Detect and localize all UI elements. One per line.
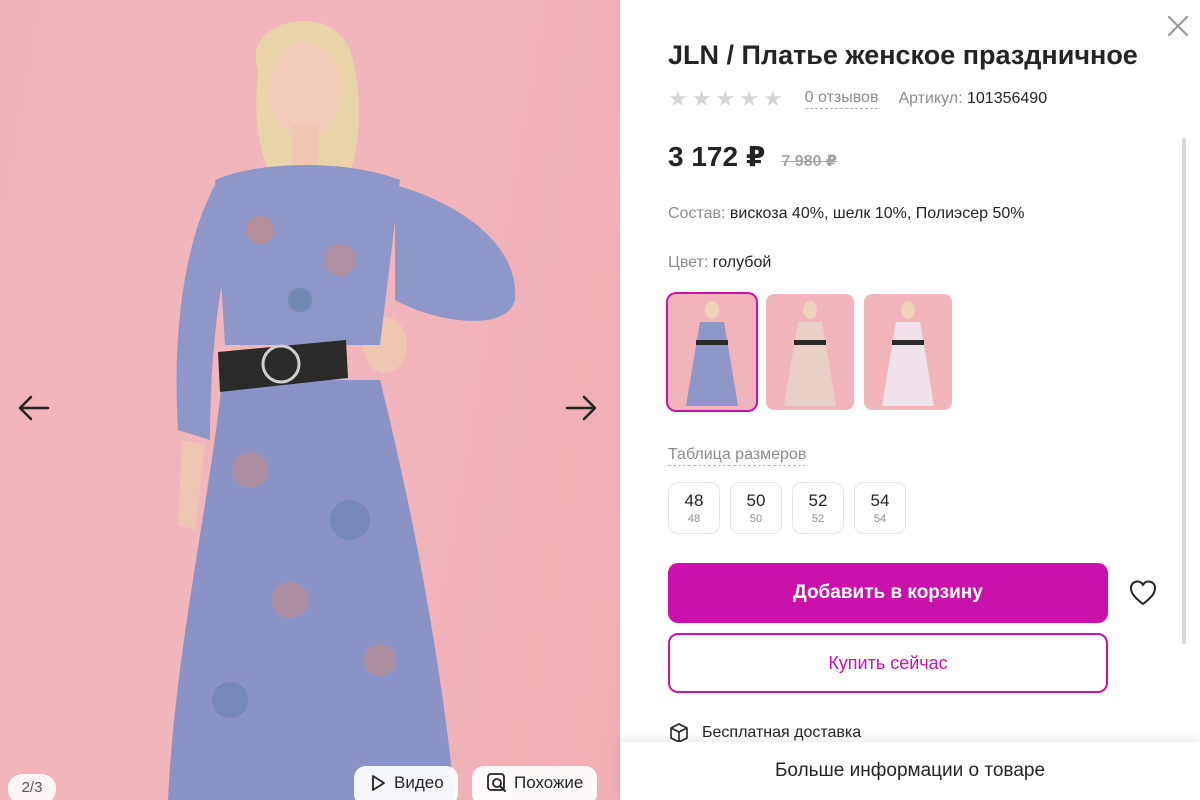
- product-gallery[interactable]: 2/3 Видео Похожие: [0, 0, 620, 800]
- play-icon: [372, 775, 385, 791]
- size-option-48[interactable]: 48 48: [668, 482, 720, 534]
- composition-value: вискоза 40%, шелк 10%, Полиэсер 50%: [729, 205, 1025, 222]
- star-icon: ★: [762, 86, 783, 111]
- swatch-thumbnail: [784, 301, 836, 406]
- current-price: 3 172 ₽: [668, 141, 766, 172]
- size-option-54[interactable]: 54 54: [854, 482, 906, 534]
- delivery-label: Бесплатная доставка: [702, 724, 862, 741]
- star-icon: ★: [715, 86, 736, 111]
- article-label: Артикул:: [898, 90, 963, 107]
- star-icon: ★: [668, 86, 688, 111]
- heart-icon[interactable]: [1128, 578, 1158, 608]
- old-price: 7 980 ₽: [781, 153, 837, 170]
- article-value: 101356490: [967, 90, 1048, 107]
- size-main: 48: [684, 491, 704, 510]
- price-row: 3 172 ₽ 7 980 ₽: [668, 140, 837, 173]
- composition-label: Состав:: [668, 205, 726, 222]
- similar-button[interactable]: Похожие: [472, 766, 598, 800]
- article-number: Артикул: 101356490: [898, 90, 1047, 108]
- more-info-button[interactable]: Больше информации о товаре: [620, 742, 1200, 800]
- box-icon: [670, 723, 688, 743]
- size-main: 50: [746, 491, 766, 510]
- size-option-52[interactable]: 52 52: [792, 482, 844, 534]
- prev-image-button[interactable]: [14, 388, 54, 428]
- video-button-label: Видео: [394, 773, 444, 792]
- composition: Состав: вискоза 40%, шелк 10%, Полиэсер …: [668, 205, 1024, 223]
- color-info: Цвет: голубой: [668, 254, 771, 272]
- delivery-info: Бесплатная доставка: [668, 722, 861, 744]
- size-sub: 48: [687, 513, 701, 525]
- rating-stars: ★ ★ ★ ★ ★: [668, 88, 783, 110]
- size-sub: 54: [873, 513, 887, 525]
- add-to-cart-button[interactable]: Добавить в корзину: [668, 563, 1108, 623]
- product-quick-view: 2/3 Видео Похожие JLN / Платье женское п…: [0, 0, 1200, 800]
- swatch-thumbnail: [882, 301, 934, 406]
- product-details: JLN / Платье женское праздничное ★ ★ ★ ★…: [620, 0, 1200, 800]
- product-title[interactable]: JLN / Платье женское праздничное: [668, 40, 1148, 71]
- size-table-link[interactable]: Таблица размеров: [668, 446, 807, 466]
- color-value: голубой: [712, 254, 772, 271]
- size-option-50[interactable]: 50 50: [730, 482, 782, 534]
- size-main: 52: [808, 491, 828, 510]
- size-sub: 52: [811, 513, 825, 525]
- arrow-right-icon: [565, 395, 597, 421]
- size-main: 54: [870, 491, 890, 510]
- color-swatch-2[interactable]: [766, 294, 854, 410]
- star-icon: ★: [691, 86, 712, 111]
- color-swatch-1[interactable]: [668, 294, 756, 410]
- size-sub: 50: [749, 513, 763, 525]
- buy-now-button[interactable]: Купить сейчас: [668, 633, 1108, 693]
- close-icon[interactable]: [1166, 14, 1190, 38]
- rating-row: ★ ★ ★ ★ ★ 0 отзывов Артикул: 101356490: [668, 88, 1047, 110]
- product-photo: [168, 21, 516, 800]
- star-icon: ★: [739, 86, 759, 111]
- next-image-button[interactable]: [561, 388, 601, 428]
- color-swatches: [668, 294, 952, 410]
- arrow-left-icon: [18, 395, 50, 421]
- video-button[interactable]: Видео: [354, 766, 458, 800]
- swatch-thumbnail: [686, 301, 738, 406]
- size-selector: 48 48 50 50 52 52 54 54: [668, 482, 906, 534]
- color-swatch-3[interactable]: [864, 294, 952, 410]
- similar-search-icon: [487, 773, 506, 792]
- reviews-link[interactable]: 0 отзывов: [804, 89, 879, 109]
- similar-button-label: Похожие: [514, 773, 584, 792]
- details-scrollbar[interactable]: [1182, 138, 1186, 644]
- image-counter: 2/3: [8, 774, 56, 800]
- color-label: Цвет:: [668, 254, 709, 271]
